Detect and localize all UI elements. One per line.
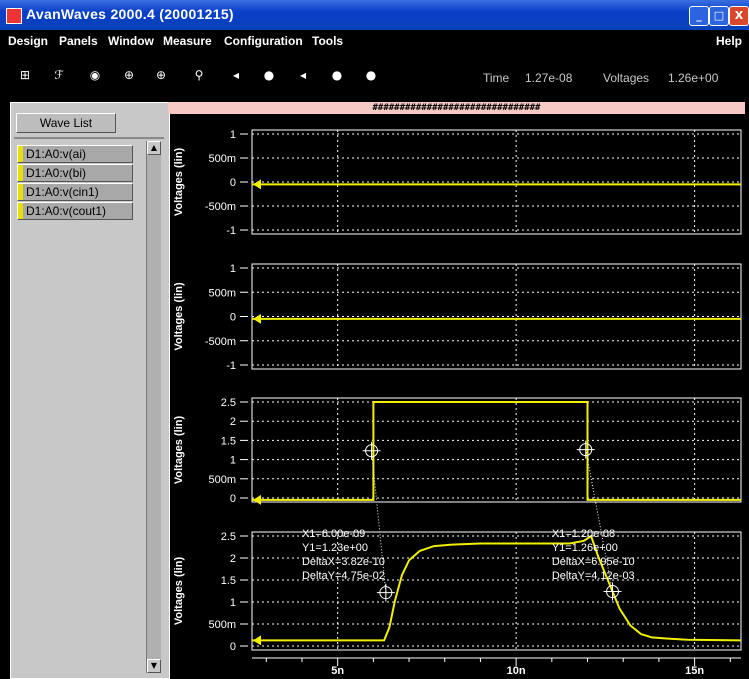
zoom-out-icon[interactable]: ●: [326, 68, 348, 86]
wave-item-cin1[interactable]: D1:A0:v(cin1): [17, 183, 133, 201]
measure-annotation: Y1=1.26e+00: [552, 542, 618, 554]
minimize-button[interactable]: _: [689, 6, 709, 26]
wave-item-cout1[interactable]: D1:A0:v(cout1): [17, 202, 133, 220]
wave-item-label: D1:A0:v(cout1): [26, 204, 107, 218]
y-tick-label: 1.5: [221, 575, 236, 587]
pan-left-icon[interactable]: ◂: [292, 68, 314, 86]
wave-item-ai[interactable]: D1:A0:v(ai): [17, 145, 133, 163]
y-tick-label: -1: [226, 360, 236, 372]
cursor-eye-icon[interactable]: ◉: [84, 68, 106, 86]
y-axis-label: Voltages (lin): [173, 148, 185, 217]
y-tick-label: 1: [230, 263, 236, 275]
menu-bar: Design Panels Window Measure Configurati…: [0, 30, 749, 52]
y-tick-label: 0: [230, 493, 236, 505]
plot-panel-2[interactable]: 1 500m 0 -500m -1 Voltages (lin): [173, 263, 742, 372]
plot-frame: [251, 397, 742, 503]
x-tick-label: 5n: [331, 665, 344, 677]
wave-color-marker: [18, 146, 23, 162]
wave-item-bi[interactable]: D1:A0:v(bi): [17, 164, 133, 182]
window-title: AvanWaves 2000.4 (20001215): [26, 6, 234, 22]
wave-list-panel: Wave List D1:A0:v(ai) D1:A0:v(bi) D1:A0:…: [10, 102, 170, 679]
y-tick-label: 2.5: [221, 397, 236, 409]
waveform-plots[interactable]: 1 500m 0 -500m -1 Voltages (lin) 1 500m 0 -500m -1…: [168, 114, 745, 677]
x-tick-label: 15n: [685, 665, 704, 677]
zoom-fit-icon[interactable]: ●: [360, 68, 382, 86]
plot-panel-1[interactable]: 1 500m 0 -500m -1 Voltages (lin): [173, 129, 742, 237]
y-tick-label: 0: [230, 641, 236, 653]
y-tick-label: 0: [230, 177, 236, 189]
trace-start-arrow: [253, 635, 261, 646]
menu-tools[interactable]: Tools: [312, 34, 343, 48]
y-tick-label: 1: [230, 129, 236, 141]
maximize-button[interactable]: □: [709, 6, 729, 26]
signal-split-icon[interactable]: ℱ: [48, 68, 70, 86]
wave-list-button[interactable]: Wave List: [16, 113, 116, 133]
zoom-in-icon[interactable]: ●: [258, 68, 280, 86]
y-tick-label: -500m: [205, 336, 236, 348]
wave-list: D1:A0:v(ai) D1:A0:v(bi) D1:A0:v(cin1) D1…: [15, 141, 145, 673]
menu-configuration[interactable]: Configuration: [224, 34, 303, 48]
measure-annotation: DeltaX=3.82e-10: [302, 556, 385, 568]
pan-right-icon[interactable]: ◂: [225, 68, 247, 86]
y-tick-label: 1: [230, 455, 236, 467]
menu-measure[interactable]: Measure: [163, 34, 212, 48]
voltages-value: 1.26e+00: [668, 71, 719, 85]
y-tick-label: -1: [226, 225, 236, 237]
panel-header-strip: ###############################: [168, 102, 745, 114]
menu-window[interactable]: Window: [108, 34, 154, 48]
axis-add-icon[interactable]: ⊕: [118, 68, 140, 86]
menu-design[interactable]: Design: [8, 34, 48, 48]
trace-start-arrow: [253, 179, 261, 190]
measure-annotation: X1=6.00e-09: [302, 528, 365, 540]
wave-item-label: D1:A0:v(cin1): [26, 185, 99, 199]
y-tick-label: 2: [230, 416, 236, 428]
scroll-up-icon[interactable]: ▲: [147, 141, 161, 155]
waveform-trace[interactable]: [252, 401, 741, 501]
title-bar: AvanWaves 2000.4 (20001215) _ □ X: [0, 0, 749, 30]
y-tick-label: 2.5: [221, 531, 236, 543]
menu-panels[interactable]: Panels: [59, 34, 98, 48]
plot-panel-4[interactable]: 2.5 2 1.5 1 500m 0 Voltages (lin) X1=6.00e-09 Y1…: [173, 528, 742, 653]
time-label: Time: [483, 71, 510, 85]
y-axis-label: Voltages (lin): [173, 282, 185, 351]
wave-color-marker: [18, 203, 23, 219]
hierarchy-icon[interactable]: ⊞: [14, 68, 36, 86]
measure-annotation: X1=1.20e-08: [552, 528, 615, 540]
y-tick-label: 500m: [208, 619, 236, 631]
wave-color-marker: [18, 165, 23, 181]
plot-panel-3[interactable]: 2.5 2 1.5 1 500m 0 Voltages (lin): [173, 397, 742, 505]
wave-item-label: D1:A0:v(ai): [26, 147, 87, 161]
y-tick-label: 500m: [208, 474, 236, 486]
y-tick-label: 500m: [208, 287, 236, 299]
measure-annotation: Y1=1.23e+00: [302, 542, 368, 554]
trace-start-arrow: [253, 313, 261, 324]
y-tick-label: 2: [230, 553, 236, 565]
wave-color-marker: [18, 184, 23, 200]
scroll-down-icon[interactable]: ▼: [147, 659, 161, 673]
y-tick-label: 0: [230, 312, 236, 324]
wave-item-label: D1:A0:v(bi): [26, 166, 87, 180]
wave-list-scrollbar[interactable]: ▲ ▼: [146, 141, 161, 673]
time-value: 1.27e-08: [525, 71, 573, 85]
zoom-add-icon[interactable]: ⊕: [150, 68, 172, 86]
voltages-label: Voltages: [603, 71, 650, 85]
y-tick-label: 500m: [208, 153, 236, 165]
y-axis-label: Voltages (lin): [173, 416, 185, 485]
y-tick-label: 1: [230, 597, 236, 609]
y-tick-label: -500m: [205, 201, 236, 213]
close-button[interactable]: X: [729, 6, 749, 26]
trace-start-arrow: [253, 494, 261, 505]
magnify-icon[interactable]: ⚲: [188, 68, 210, 86]
y-axis-label: Voltages (lin): [173, 557, 185, 626]
app-icon: [6, 8, 22, 24]
menu-help[interactable]: Help: [716, 34, 742, 48]
measure-annotation: DeltaY=4.75e-02: [302, 570, 385, 582]
toolbar: ⊞ ℱ ◉ ⊕ ⊕ ⚲ ◂ ● ◂ ● ● Time 1.27e-08 Volt…: [0, 52, 749, 100]
measure-annotation: DeltaY=4.12e-03: [552, 570, 635, 582]
y-tick-label: 1.5: [221, 435, 236, 447]
measure-annotation: DeltaX=6.95e-10: [552, 556, 635, 568]
divider: [14, 137, 164, 139]
x-axis: 5n 10n 15n: [252, 657, 741, 677]
x-tick-label: 10n: [507, 665, 526, 677]
